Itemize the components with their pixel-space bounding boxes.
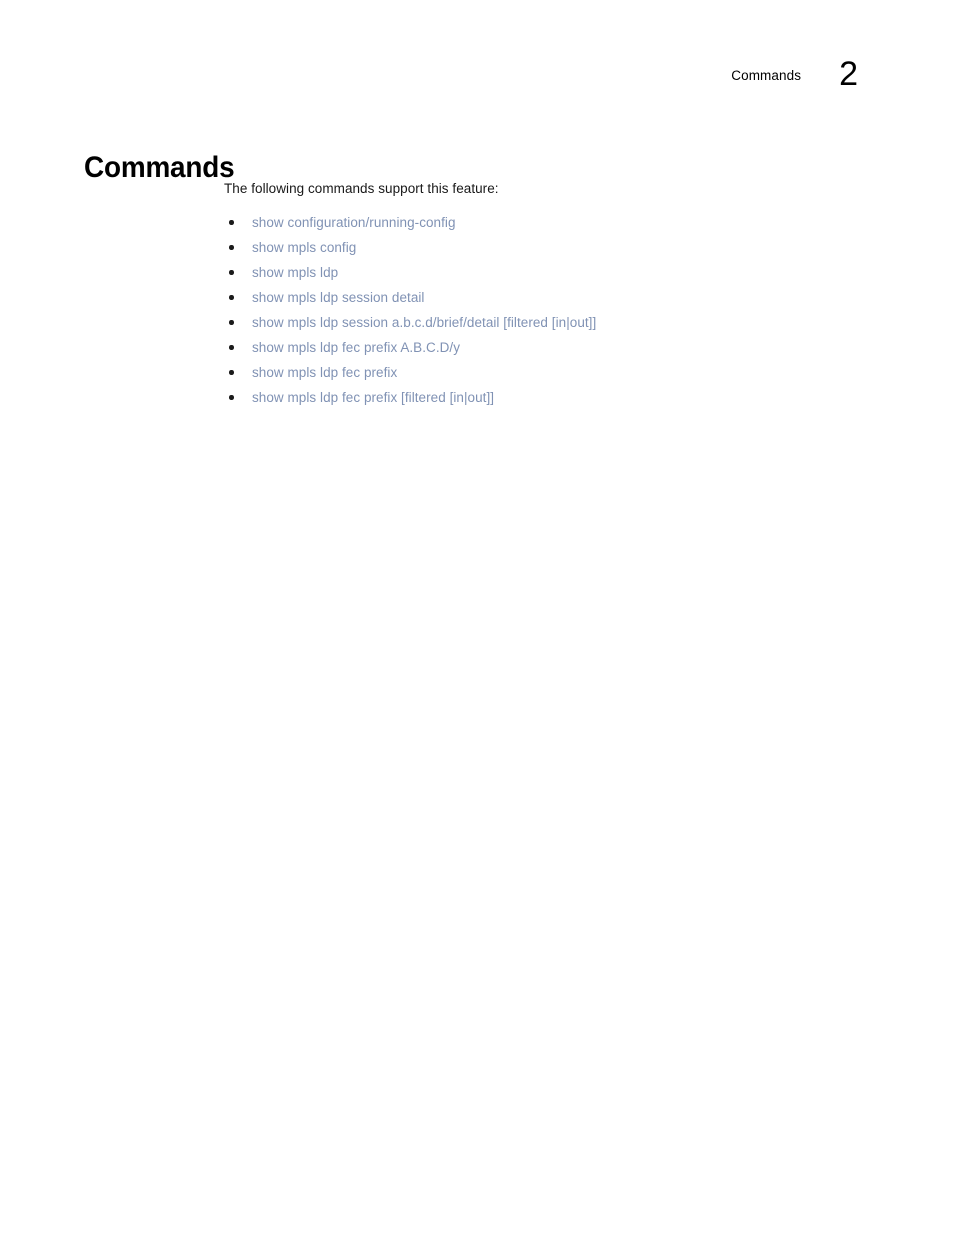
- command-link[interactable]: show mpls ldp session detail: [252, 290, 424, 306]
- bullet-icon: [229, 345, 234, 350]
- list-item: show mpls ldp fec prefix [filtered [in|o…: [224, 385, 884, 410]
- command-link[interactable]: show configuration/running-config: [252, 215, 456, 231]
- command-link[interactable]: show mpls ldp fec prefix: [252, 365, 397, 381]
- page-title: Commands: [84, 151, 235, 185]
- command-link[interactable]: show mpls config: [252, 240, 356, 256]
- content-column: The following commands support this feat…: [224, 181, 884, 410]
- page-number: 2: [839, 55, 858, 93]
- bullet-icon: [229, 395, 234, 400]
- bullet-icon: [229, 370, 234, 375]
- bullet-icon: [229, 220, 234, 225]
- command-list: show configuration/running-config show m…: [224, 210, 884, 410]
- command-link[interactable]: show mpls ldp: [252, 265, 338, 281]
- command-link[interactable]: show mpls ldp session a.b.c.d/brief/deta…: [252, 315, 596, 331]
- bullet-icon: [229, 320, 234, 325]
- list-item: show mpls ldp session a.b.c.d/brief/deta…: [224, 310, 884, 335]
- list-item: show mpls ldp: [224, 260, 884, 285]
- command-link[interactable]: show mpls ldp fec prefix [filtered [in|o…: [252, 390, 494, 406]
- list-item: show mpls config: [224, 235, 884, 260]
- running-header-title: Commands: [731, 68, 802, 83]
- list-item: show mpls ldp fec prefix: [224, 360, 884, 385]
- bullet-icon: [229, 245, 234, 250]
- bullet-icon: [229, 295, 234, 300]
- list-item: show configuration/running-config: [224, 210, 884, 235]
- bullet-icon: [229, 270, 234, 275]
- list-item: show mpls ldp fec prefix A.B.C.D/y: [224, 335, 884, 360]
- running-header: Commands 2: [731, 52, 858, 91]
- list-item: show mpls ldp session detail: [224, 285, 884, 310]
- intro-paragraph: The following commands support this feat…: [224, 181, 499, 196]
- document-page: Commands 2 Commands The following comman…: [0, 0, 954, 1235]
- command-link[interactable]: show mpls ldp fec prefix A.B.C.D/y: [252, 340, 460, 356]
